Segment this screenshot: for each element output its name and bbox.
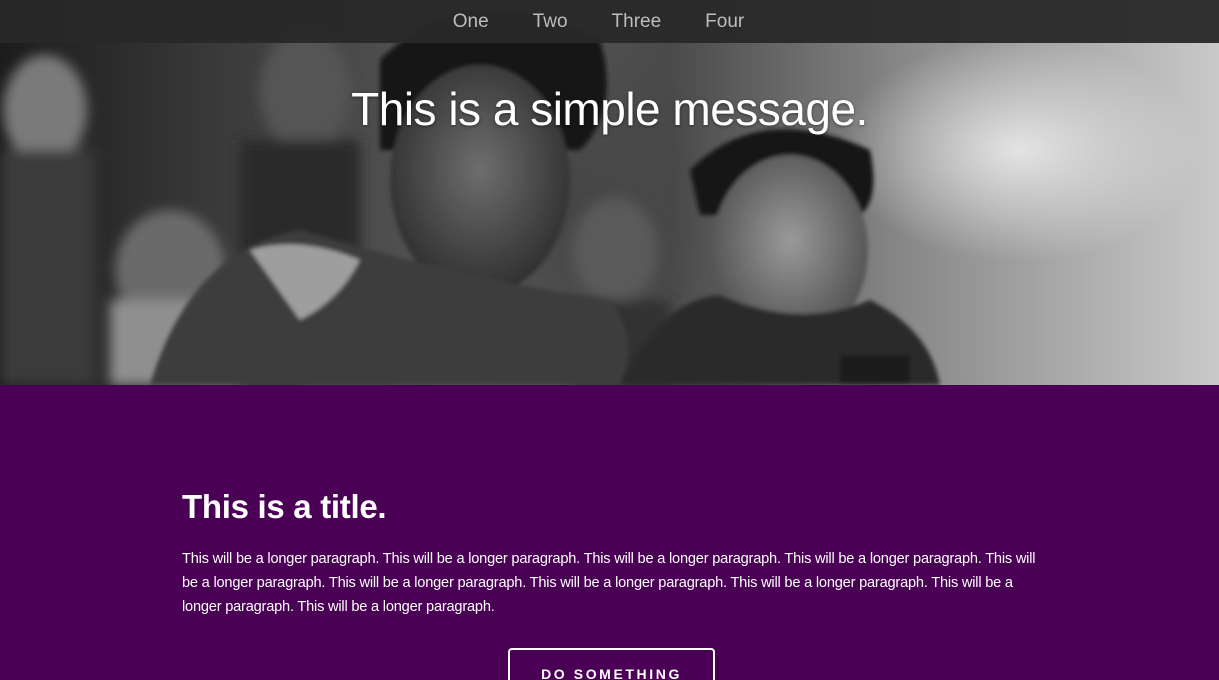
section-paragraph: This will be a longer paragraph. This wi… xyxy=(182,551,1036,615)
nav-link-two[interactable]: Two xyxy=(533,0,568,43)
section-title: This is a title. xyxy=(182,488,387,525)
nav-link-one[interactable]: One xyxy=(453,0,489,43)
page: One Two Three Four This is a simple mess… xyxy=(0,0,1219,680)
hero-section: One Two Three Four This is a simple mess… xyxy=(0,0,1219,385)
content-section: This is a title. This will be a longer p… xyxy=(0,385,1219,680)
hero-background-image xyxy=(0,9,940,385)
do-something-button[interactable]: DO SOMETHING xyxy=(508,648,715,680)
hero-message: This is a simple message. xyxy=(351,83,868,135)
top-navbar: One Two Three Four xyxy=(0,0,1219,43)
nav-link-three[interactable]: Three xyxy=(612,0,662,43)
nav-link-four[interactable]: Four xyxy=(705,0,744,43)
